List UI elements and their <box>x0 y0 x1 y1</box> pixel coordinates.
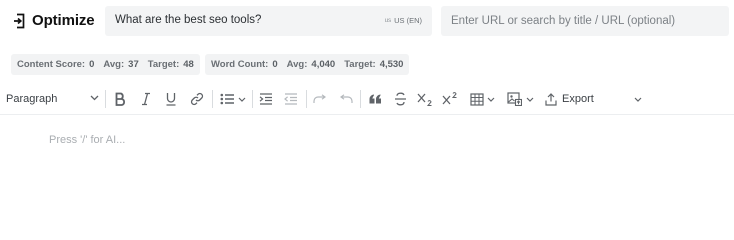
region-selector[interactable]: us US (EN) <box>385 16 422 25</box>
content-score-label: Content Score: <box>17 59 86 70</box>
undo-icon <box>339 94 353 103</box>
top-bar: Optimize What are the best seo tools? us… <box>0 6 734 36</box>
export-button[interactable]: Export <box>545 86 594 112</box>
italic-icon <box>142 92 150 106</box>
word-target-value: 4,530 <box>379 59 404 70</box>
subscript-button[interactable] <box>416 86 434 112</box>
quote-button[interactable] <box>366 86 384 112</box>
export-icon <box>545 92 557 106</box>
optimize-icon <box>13 13 25 29</box>
word-count-badge: Word Count: 0 Avg: 4,040 Target: 4,530 <box>205 54 410 75</box>
content-avg-label: Avg: <box>103 59 125 70</box>
italic-button[interactable] <box>137 86 155 112</box>
bold-icon <box>115 92 125 106</box>
url-search-input[interactable] <box>441 6 729 36</box>
block-type-select[interactable]: Paragraph <box>6 86 99 112</box>
image-button[interactable] <box>504 86 536 112</box>
toolbar-divider <box>360 90 361 108</box>
outdent-icon <box>284 93 297 105</box>
word-count-label: Word Count: <box>211 59 269 70</box>
undo-button[interactable] <box>337 86 355 112</box>
chevron-down-icon <box>526 97 533 102</box>
toolbar-divider <box>252 90 253 108</box>
word-avg-value: 4,040 <box>311 59 336 70</box>
brand: Optimize <box>13 12 95 29</box>
table-button[interactable] <box>467 86 497 112</box>
bullet-list-button[interactable] <box>218 86 248 112</box>
word-avg-label: Avg: <box>286 59 308 70</box>
content-avg-value: 37 <box>128 59 139 70</box>
chevron-down-icon <box>238 97 246 102</box>
chevron-down-icon <box>634 97 642 102</box>
chevron-down-icon <box>90 95 99 101</box>
bullet-list-icon <box>220 93 234 105</box>
url-search-field[interactable] <box>441 6 729 36</box>
image-icon <box>506 92 522 106</box>
editor-placeholder: Press '/' for AI... <box>49 134 126 146</box>
link-icon <box>190 92 204 106</box>
region-label: US (EN) <box>394 16 422 25</box>
block-type-label: Paragraph <box>6 93 58 105</box>
word-target-label: Target: <box>344 59 376 70</box>
indent-icon <box>259 93 272 105</box>
superscript-icon <box>442 92 457 105</box>
keyword-text[interactable]: What are the best seo tools? <box>115 14 261 26</box>
underline-icon <box>166 93 176 106</box>
export-format-dropdown[interactable] <box>632 86 644 112</box>
strikethrough-icon <box>394 92 406 106</box>
link-button[interactable] <box>187 86 207 112</box>
strikethrough-button[interactable] <box>391 86 409 112</box>
outdent-button[interactable] <box>282 86 300 112</box>
subscript-icon <box>417 93 432 106</box>
content-target-value: 48 <box>183 59 194 70</box>
underline-button[interactable] <box>162 86 180 112</box>
content-score-badge: Content Score: 0 Avg: 37 Target: 48 <box>11 54 200 75</box>
page-title: Optimize <box>32 12 95 29</box>
editor-area[interactable]: Press '/' for AI... <box>0 115 734 240</box>
quote-icon <box>369 94 381 104</box>
word-count-value: 0 <box>272 59 278 70</box>
table-icon <box>469 92 484 106</box>
indent-button[interactable] <box>257 86 275 112</box>
redo-button[interactable] <box>311 86 329 112</box>
chevron-down-icon <box>487 97 494 102</box>
redo-icon <box>313 94 327 103</box>
content-target-label: Target: <box>147 59 180 70</box>
toolbar-divider <box>212 90 213 108</box>
flag-icon: us <box>384 17 392 24</box>
export-label: Export <box>562 93 594 105</box>
content-score-value: 0 <box>89 59 95 70</box>
toolbar-divider <box>306 90 307 108</box>
superscript-button[interactable] <box>441 86 459 112</box>
editor-toolbar: Paragraph Export <box>0 86 734 112</box>
bold-button[interactable] <box>111 86 129 112</box>
toolbar-divider <box>105 90 106 108</box>
keyword-field[interactable]: What are the best seo tools? us US (EN) <box>105 6 432 36</box>
